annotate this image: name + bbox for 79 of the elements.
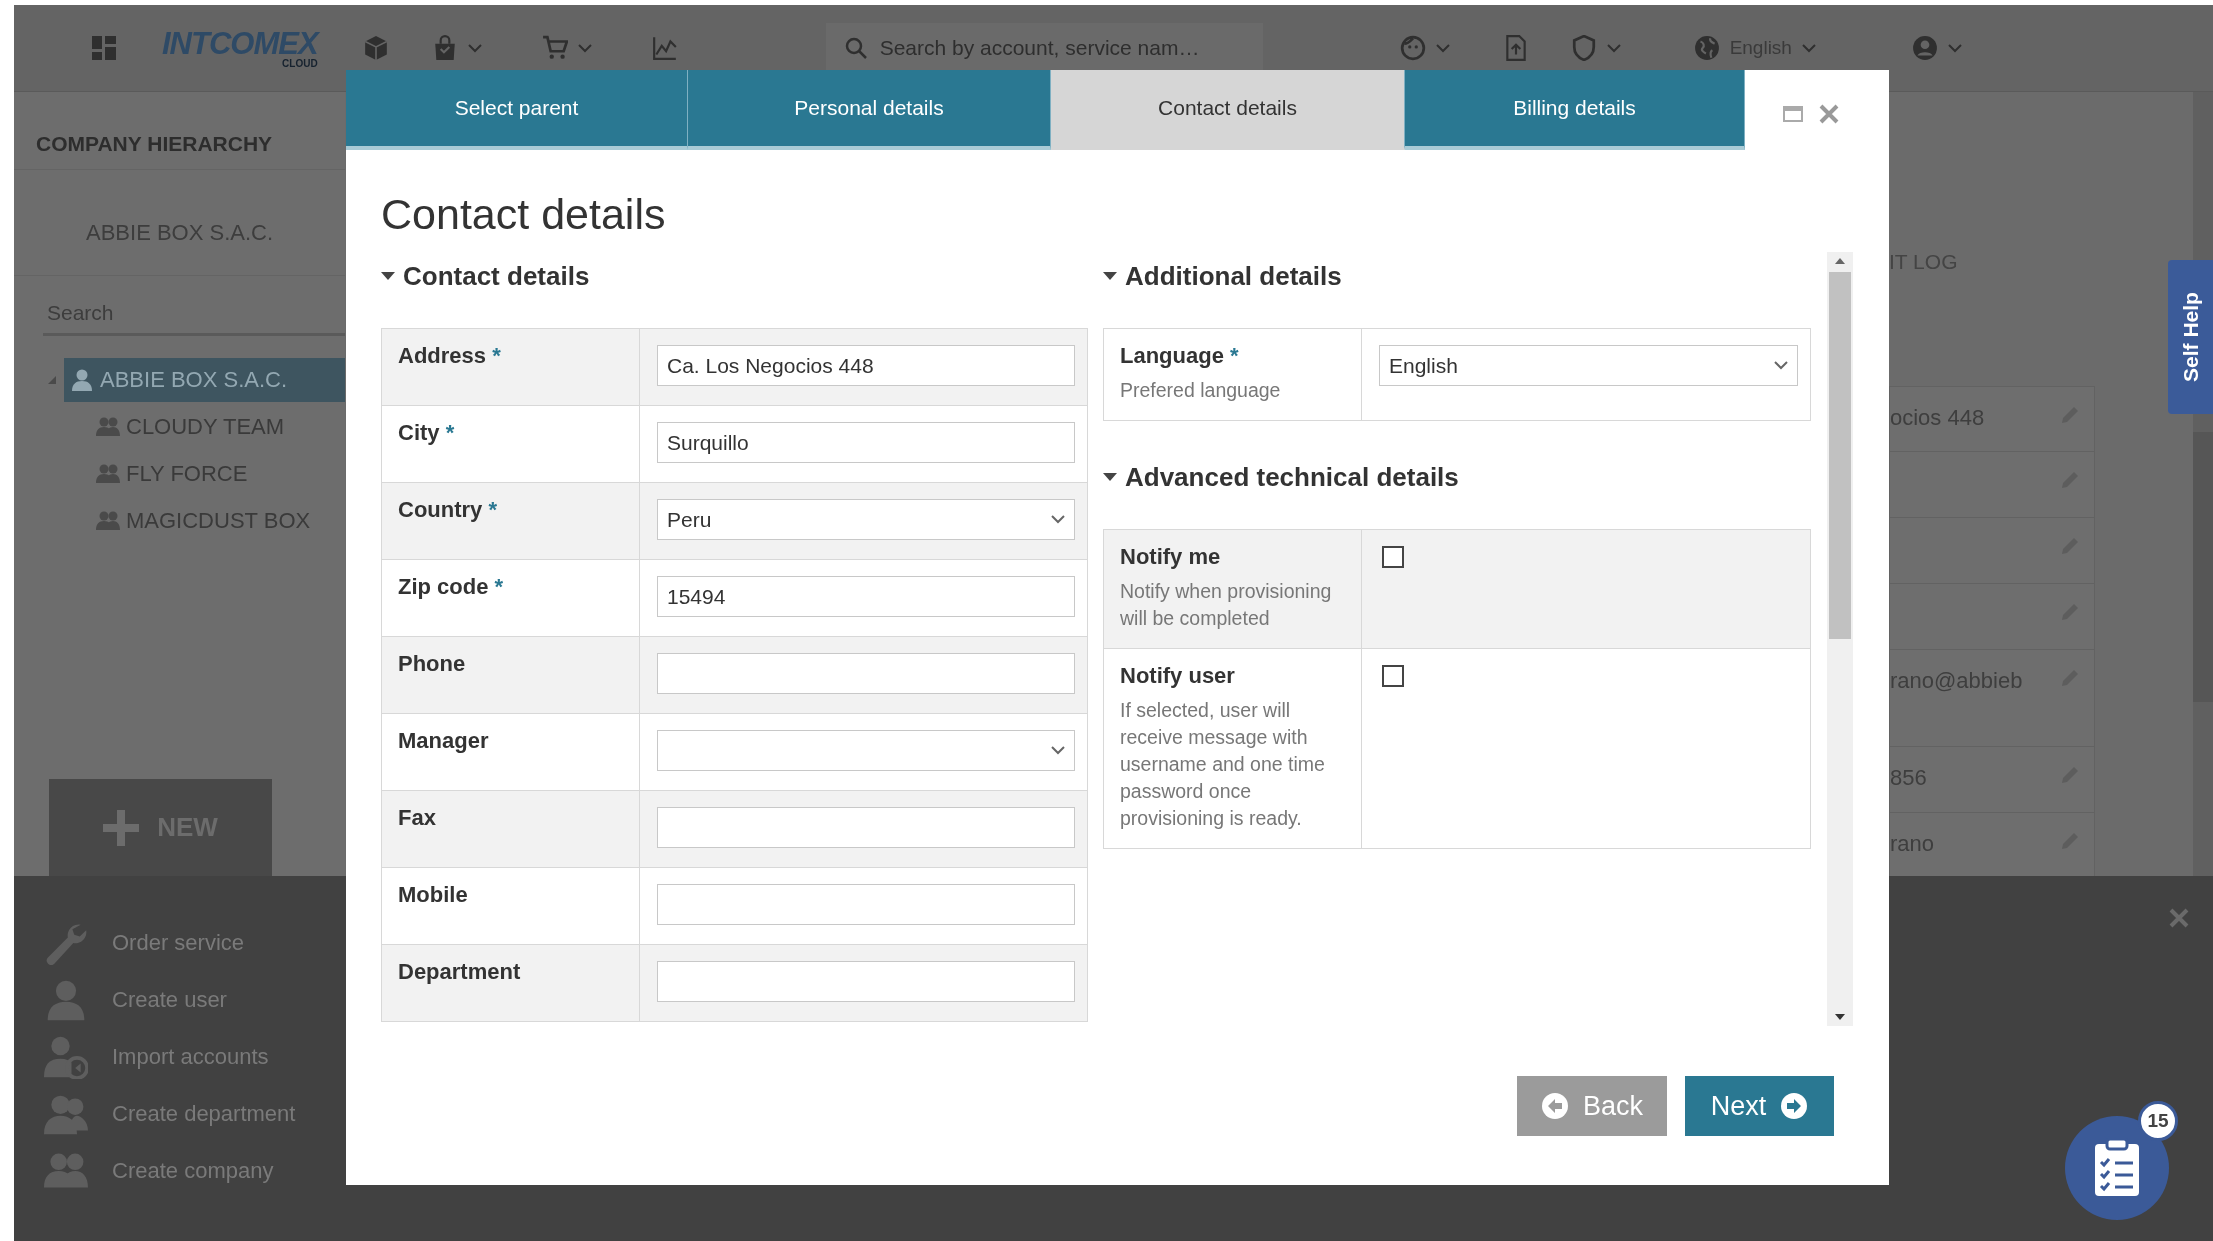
field-label: Country * <box>398 497 498 523</box>
cube-icon[interactable] <box>362 35 389 61</box>
caret-icon <box>1801 43 1816 53</box>
field-label: Notify me <box>1120 544 1222 570</box>
menu-item[interactable]: Create company <box>14 1142 344 1199</box>
field-hint: Prefered language <box>1120 378 1282 403</box>
caret-icon <box>1435 43 1450 53</box>
input-field[interactable]: Ca. Los Negocios 448 <box>657 345 1075 386</box>
field-label: Phone <box>398 651 467 677</box>
menu-item[interactable]: Import accounts <box>14 1028 344 1085</box>
tab[interactable]: Contact details <box>1051 70 1405 150</box>
cart-icon[interactable] <box>541 35 568 61</box>
field-label: Zip code * <box>398 574 505 600</box>
field-label: Mobile <box>398 882 469 908</box>
caret-icon <box>1606 43 1621 53</box>
tab[interactable]: Billing details <box>1405 70 1745 150</box>
scrollbar[interactable] <box>1827 252 1853 1026</box>
field-hint: Notify when provisioning will be completed <box>1120 579 1333 631</box>
arrow-right-icon <box>1780 1092 1809 1120</box>
section-title: Additional details <box>1125 260 1342 292</box>
chart-icon[interactable] <box>651 35 678 61</box>
menu-item[interactable]: Create user <box>14 971 344 1028</box>
checkbox[interactable] <box>1382 546 1404 568</box>
field-label: Department <box>398 959 522 985</box>
grid-icon[interactable] <box>92 36 116 60</box>
field-hint: If selected, user will receive message with username and one time password once provisioning is ready. <box>1120 698 1326 831</box>
face-icon[interactable] <box>1399 35 1426 61</box>
person-icon <box>70 367 94 392</box>
caret-icon[interactable] <box>381 271 395 281</box>
field-label: Language * <box>1120 343 1240 369</box>
arrow-left-icon <box>1541 1092 1569 1120</box>
close-icon[interactable] <box>1819 104 1839 124</box>
input-field[interactable] <box>657 961 1075 1002</box>
checkbox[interactable] <box>1382 665 1404 687</box>
field-label: Fax <box>398 805 437 831</box>
dropdown[interactable]: English <box>1379 345 1798 386</box>
menu-item[interactable]: Order service <box>14 914 344 971</box>
globe-icon[interactable] <box>1693 35 1720 61</box>
search-icon <box>843 36 868 60</box>
caret-icon <box>1947 43 1962 53</box>
input-field[interactable]: 15494 <box>657 576 1075 617</box>
self-help-tab[interactable]: Self Help <box>2168 260 2213 414</box>
menu-item[interactable]: Create department <box>14 1085 344 1142</box>
next-button[interactable]: Next <box>1685 1076 1834 1136</box>
input-field[interactable] <box>657 884 1075 925</box>
tree-item[interactable]: ABBIE BOX S.A.C. <box>64 357 345 402</box>
plus-icon <box>103 809 140 846</box>
input-field[interactable]: Surquillo <box>657 422 1075 463</box>
arrow-down-icon[interactable] <box>1835 1014 1845 1020</box>
caret-icon[interactable] <box>1103 271 1117 281</box>
field-label: City * <box>398 420 456 446</box>
caret-icon[interactable] <box>1103 472 1117 482</box>
maximize-icon[interactable] <box>1783 106 1803 122</box>
dropdown[interactable]: Peru <box>657 499 1075 540</box>
field-label: Address * <box>398 343 502 369</box>
clipboard-icon <box>2093 1138 2141 1198</box>
section-title: Advanced technical details <box>1125 461 1459 493</box>
field-label: Manager <box>398 728 490 754</box>
arrow-up-icon[interactable] <box>1835 258 1845 264</box>
panel-title: COMPANY HIERARCHY <box>14 92 345 170</box>
caret-icon <box>467 43 482 53</box>
input-field[interactable] <box>657 653 1075 694</box>
avatar-icon[interactable] <box>1911 35 1938 61</box>
person-arrow-icon <box>44 1034 88 1079</box>
caret-icon <box>1051 746 1065 755</box>
shield-icon[interactable] <box>1570 35 1597 61</box>
tab[interactable]: Select parent <box>346 70 688 150</box>
caret-icon <box>577 43 592 53</box>
section-title: Contact details <box>403 260 590 292</box>
field-label: Notify user <box>1120 663 1236 689</box>
close-icon[interactable] <box>2169 908 2189 928</box>
caret-icon <box>1051 515 1065 524</box>
caret-icon <box>1774 361 1788 370</box>
back-button[interactable]: Back <box>1517 1076 1667 1136</box>
dropdown[interactable] <box>657 730 1075 771</box>
dialog-title: Contact details <box>381 189 667 240</box>
search-field[interactable]: Search by account, service nam… <box>825 23 1263 73</box>
input-field[interactable] <box>657 807 1075 848</box>
tab[interactable]: Personal details <box>688 70 1051 150</box>
